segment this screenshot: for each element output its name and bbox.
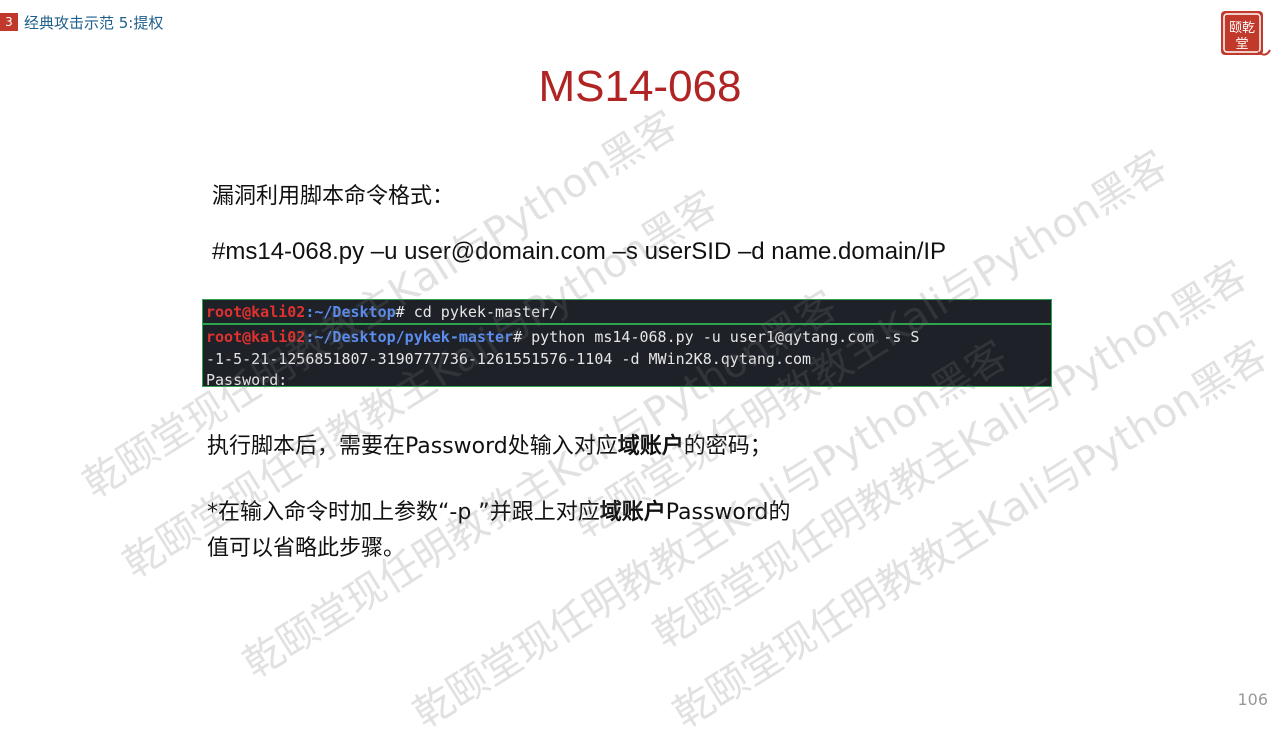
page-number: 106 (1237, 690, 1268, 709)
terminal-command: # python ms14-068.py -u user1@qytang.com… (513, 328, 920, 346)
text-bold-term: 域账户 (599, 500, 666, 525)
section-number-badge: 3 (0, 13, 18, 31)
svg-text:颐乾: 颐乾 (1229, 21, 1255, 36)
text-bold-term: 域账户 (617, 434, 684, 459)
text-segment: Password的 (665, 500, 791, 525)
terminal-line-4: Password: (206, 371, 288, 389)
seal-logo-icon: 颐乾 堂 (1221, 11, 1271, 56)
prompt-path: :~/Desktop (305, 303, 396, 321)
svg-text:堂: 堂 (1235, 37, 1248, 52)
prompt-user: root@kali02 (206, 303, 306, 321)
terminal-command: # cd pykek-master/ (395, 303, 559, 321)
prompt-path: :~/Desktop/pykek-master (305, 328, 514, 346)
text-segment: *在输入命令时加上参数“-p ”并跟上对应 (207, 500, 600, 525)
slide-header: 3 经典攻击示范 5:提权 (0, 12, 163, 32)
text-password-note: 执行脚本后，需要在Password处输入对应域账户的密码； (207, 428, 772, 460)
terminal-line-2: root@kali02:~/Desktop/pykek-master# pyth… (206, 328, 919, 346)
slide-title: MS14-068 (538, 62, 742, 111)
text-segment: 的密码； (683, 434, 772, 459)
text-usage-label: 漏洞利用脚本命令格式： (212, 184, 455, 209)
text-command-format: #ms14-068.py –u user@domain.com –s userS… (212, 238, 947, 265)
text-segment: 执行脚本后，需要在Password处输入对应 (207, 434, 618, 459)
text-tip-line-2: 值可以省略此步骤。 (207, 536, 406, 561)
text-tip-line-1: *在输入命令时加上参数“-p ”并跟上对应域账户Password的 (207, 494, 790, 526)
terminal-line-1: root@kali02:~/Desktop# cd pykek-master/ (206, 303, 558, 321)
prompt-user: root@kali02 (206, 328, 306, 346)
section-title: 经典攻击示范 5:提权 (24, 13, 164, 32)
terminal-line-3: -1-5-21-1256851807-3190777736-1261551576… (206, 350, 812, 368)
terminal-screenshot: root@kali02:~/Desktop# cd pykek-master/ … (202, 299, 1052, 389)
brand-logo: 颐乾 堂 (1218, 8, 1272, 64)
terminal-divider (203, 323, 1051, 325)
